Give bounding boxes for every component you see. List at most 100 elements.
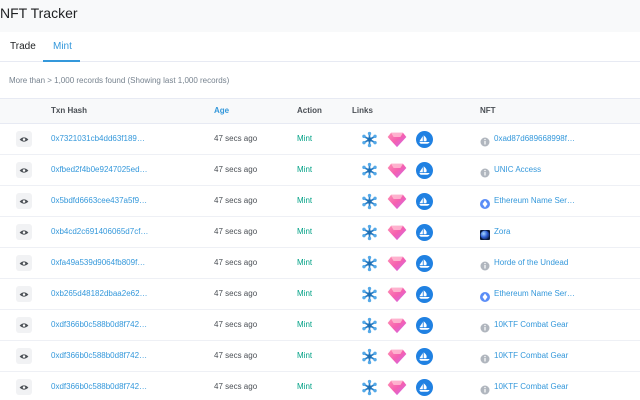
snowflake-link-icon[interactable]	[361, 286, 378, 303]
opensea-link-icon[interactable]	[416, 348, 433, 365]
gem-link-icon[interactable]	[387, 286, 407, 303]
snowflake-link-icon[interactable]	[361, 317, 378, 334]
info-circle-icon	[480, 320, 490, 333]
action-text: Mint	[297, 289, 313, 298]
column-header-txn-hash: Txn Hash	[51, 106, 88, 115]
snowflake-link-icon[interactable]	[361, 224, 378, 241]
table-row: 0xb265d48182dbaa2e62… 47 secs ago Mint Ethe…	[0, 279, 640, 310]
nft-collection-link[interactable]: UNIC Access	[494, 165, 541, 174]
nft-collection-link[interactable]: Ethereum Name Ser…	[494, 289, 575, 298]
view-eye-icon[interactable]	[16, 131, 32, 147]
action-text: Mint	[297, 382, 313, 391]
info-circle-icon	[480, 382, 490, 395]
gem-link-icon[interactable]	[387, 224, 407, 241]
main-panel: More than > 1,000 records found (Showing…	[0, 62, 640, 400]
opensea-link-icon[interactable]	[416, 162, 433, 179]
txn-hash-link[interactable]: 0xb265d48182dbaa2e62…	[51, 289, 148, 298]
table-row: 0x7321031cb4dd63f189… 47 secs ago Mint 0xad…	[0, 124, 640, 155]
snowflake-link-icon[interactable]	[361, 348, 378, 365]
table-header: Txn Hash Age Action Links NFT	[0, 98, 640, 124]
view-eye-icon[interactable]	[16, 286, 32, 302]
age-text: 47 secs ago	[214, 165, 258, 174]
view-eye-icon[interactable]	[16, 255, 32, 271]
info-circle-icon	[480, 351, 490, 364]
txn-hash-link[interactable]: 0xdf366b0c588b0d8f742…	[51, 382, 147, 391]
nft-collection-link[interactable]: 0xad87d689668998f…	[494, 134, 575, 143]
snowflake-link-icon[interactable]	[361, 162, 378, 179]
age-text: 47 secs ago	[214, 289, 258, 298]
column-header-nft: NFT	[480, 106, 496, 115]
ens-icon	[480, 289, 490, 302]
nft-collection-link[interactable]: Ethereum Name Ser…	[494, 196, 575, 205]
gem-link-icon[interactable]	[387, 317, 407, 334]
opensea-link-icon[interactable]	[416, 224, 433, 241]
table-row: 0xb4cd2c691406065d7cf… 47 secs ago Mint Zor…	[0, 217, 640, 248]
txn-hash-link[interactable]: 0x7321031cb4dd63f189…	[51, 134, 145, 143]
txn-hash-link[interactable]: 0xfa49a539d9064fb809f…	[51, 258, 145, 267]
gem-link-icon[interactable]	[387, 193, 407, 210]
zora-icon	[480, 227, 490, 240]
txn-hash-link[interactable]: 0xdf366b0c588b0d8f742…	[51, 320, 147, 329]
action-text: Mint	[297, 320, 313, 329]
action-text: Mint	[297, 196, 313, 205]
nft-collection-link[interactable]: 10KTF Combat Gear	[494, 351, 568, 360]
snowflake-link-icon[interactable]	[361, 255, 378, 272]
table-row: 0xdf366b0c588b0d8f742… 47 secs ago Mint 10K…	[0, 372, 640, 400]
view-eye-icon[interactable]	[16, 193, 32, 209]
action-text: Mint	[297, 351, 313, 360]
snowflake-link-icon[interactable]	[361, 193, 378, 210]
txn-hash-link[interactable]: 0xdf366b0c588b0d8f742…	[51, 351, 147, 360]
age-text: 47 secs ago	[214, 320, 258, 329]
action-text: Mint	[297, 165, 313, 174]
gem-link-icon[interactable]	[387, 255, 407, 272]
column-header-age[interactable]: Age	[214, 106, 229, 115]
table-row: 0xfbed2f4b0e9247025ed… 47 secs ago Mint UNI…	[0, 155, 640, 186]
opensea-link-icon[interactable]	[416, 255, 433, 272]
view-eye-icon[interactable]	[16, 348, 32, 364]
txn-hash-link[interactable]: 0x5bdfd6663cee437a5f9…	[51, 196, 147, 205]
ens-icon	[480, 196, 490, 209]
info-circle-icon	[480, 258, 490, 271]
age-text: 47 secs ago	[214, 196, 258, 205]
action-text: Mint	[297, 134, 313, 143]
opensea-link-icon[interactable]	[416, 131, 433, 148]
snowflake-link-icon[interactable]	[361, 379, 378, 396]
txn-hash-link[interactable]: 0xfbed2f4b0e9247025ed…	[51, 165, 148, 174]
table-row: 0x5bdfd6663cee437a5f9… 47 secs ago Mint Eth…	[0, 186, 640, 217]
nft-collection-link[interactable]: 10KTF Combat Gear	[494, 382, 568, 391]
gem-link-icon[interactable]	[387, 379, 407, 396]
age-text: 47 secs ago	[214, 134, 258, 143]
view-eye-icon[interactable]	[16, 224, 32, 240]
gem-link-icon[interactable]	[387, 131, 407, 148]
table-row: 0xfa49a539d9064fb809f… 47 secs ago Mint Hor…	[0, 248, 640, 279]
info-circle-icon	[480, 165, 490, 178]
opensea-link-icon[interactable]	[416, 286, 433, 303]
page-title: NFT Tracker	[0, 5, 78, 21]
tab-bar: Trade Mint	[0, 32, 640, 62]
records-summary: More than > 1,000 records found (Showing…	[9, 76, 230, 85]
age-text: 47 secs ago	[214, 351, 258, 360]
action-text: Mint	[297, 227, 313, 236]
column-header-links: Links	[352, 106, 373, 115]
tab-mint[interactable]: Mint	[53, 41, 72, 52]
opensea-link-icon[interactable]	[416, 379, 433, 396]
snowflake-link-icon[interactable]	[361, 131, 378, 148]
column-header-action: Action	[297, 106, 322, 115]
tab-trade[interactable]: Trade	[10, 41, 36, 52]
table-row: 0xdf366b0c588b0d8f742… 47 secs ago Mint 10K…	[0, 310, 640, 341]
view-eye-icon[interactable]	[16, 162, 32, 178]
view-eye-icon[interactable]	[16, 317, 32, 333]
age-text: 47 secs ago	[214, 258, 258, 267]
opensea-link-icon[interactable]	[416, 193, 433, 210]
nft-collection-link[interactable]: Zora	[494, 227, 510, 236]
opensea-link-icon[interactable]	[416, 317, 433, 334]
txn-hash-link[interactable]: 0xb4cd2c691406065d7cf…	[51, 227, 148, 236]
view-eye-icon[interactable]	[16, 379, 32, 395]
age-text: 47 secs ago	[214, 382, 258, 391]
info-circle-icon	[480, 134, 490, 147]
table-row: 0xdf366b0c588b0d8f742… 47 secs ago Mint 10K…	[0, 341, 640, 372]
gem-link-icon[interactable]	[387, 162, 407, 179]
gem-link-icon[interactable]	[387, 348, 407, 365]
nft-collection-link[interactable]: Horde of the Undead	[494, 258, 568, 267]
nft-collection-link[interactable]: 10KTF Combat Gear	[494, 320, 568, 329]
